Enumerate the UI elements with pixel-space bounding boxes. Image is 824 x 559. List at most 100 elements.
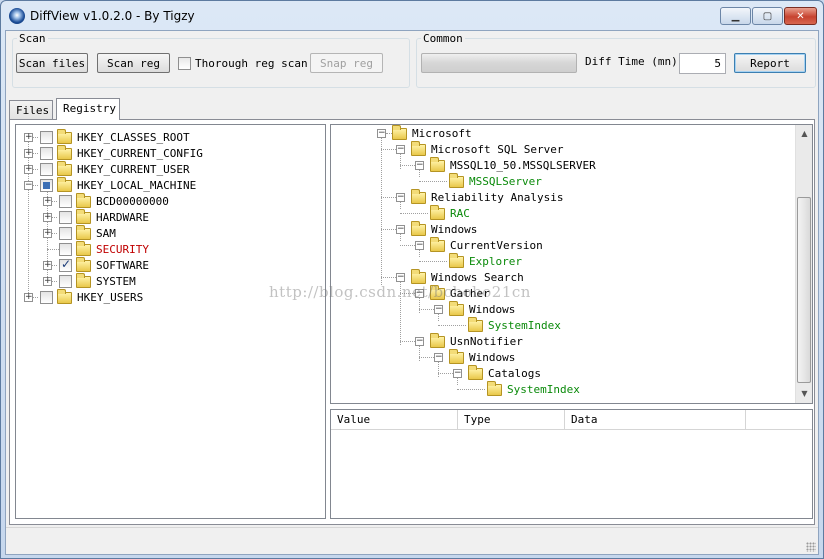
tree-node-hku[interactable]: + HKEY_USERS [16, 289, 316, 305]
collapse-icon[interactable]: − [415, 161, 424, 170]
column-header-value[interactable]: Value [331, 410, 458, 430]
collapse-icon[interactable]: − [415, 289, 424, 298]
folder-icon [57, 177, 72, 192]
node-checkbox[interactable] [40, 163, 53, 176]
tree-node-gather[interactable]: − Gather [331, 285, 791, 301]
expand-icon[interactable]: + [43, 277, 52, 286]
app-logo-icon [9, 8, 25, 24]
collapse-icon[interactable]: − [396, 225, 405, 234]
tab-files[interactable]: Files [9, 100, 53, 120]
folder-icon [449, 349, 464, 364]
node-checkbox[interactable] [59, 211, 72, 224]
snap-reg-button[interactable]: Snap reg [310, 53, 383, 73]
node-checkbox[interactable] [40, 147, 53, 160]
tree-node-hklm[interactable]: − HKEY_LOCAL_MACHINE [16, 177, 316, 193]
hive-tree[interactable]: + HKEY_CLASSES_ROOT + HKEY_CURRENT_CONFI… [15, 124, 326, 519]
collapse-icon[interactable]: − [396, 145, 405, 154]
column-header-type[interactable]: Type [458, 410, 565, 430]
tree-node-hkcc[interactable]: + HKEY_CURRENT_CONFIG [16, 145, 316, 161]
node-checkbox[interactable] [59, 257, 72, 272]
tree-node-mssqlserver[interactable]: MSSQLServer [331, 173, 791, 189]
node-checkbox[interactable] [59, 275, 72, 288]
tree-node-sam[interactable]: + SAM [16, 225, 316, 241]
collapse-icon[interactable]: − [24, 181, 33, 190]
column-header-data[interactable]: Data [565, 410, 746, 430]
scan-files-button[interactable]: Scan files [16, 53, 88, 73]
collapse-icon[interactable]: − [396, 193, 405, 202]
minimize-button[interactable]: ▁ [720, 7, 751, 25]
folder-icon [411, 189, 426, 204]
tree-node-explorer[interactable]: Explorer [331, 253, 791, 269]
tree-node-bcd[interactable]: + BCD00000000 [16, 193, 316, 209]
folder-icon [430, 237, 445, 252]
folder-icon [430, 333, 445, 348]
tree-node-systemindex-2[interactable]: SystemIndex [331, 381, 791, 397]
node-checkbox[interactable] [59, 195, 72, 208]
title-bar[interactable]: DiffView v1.0.2.0 - By Tigzy ▁ ▢ ✕ [1, 1, 823, 31]
folder-icon [57, 129, 72, 144]
client-area: Scan Scan files Scan reg Thorough reg sc… [5, 30, 819, 555]
tree-node-gather-windows[interactable]: − Windows [331, 301, 791, 317]
diff-key-tree[interactable]: − Microsoft − Microsoft SQL Server − MSS… [330, 124, 813, 404]
node-checkbox[interactable] [59, 243, 72, 256]
expand-icon[interactable]: + [24, 149, 33, 158]
node-checkbox[interactable] [40, 179, 53, 192]
node-checkbox[interactable] [59, 227, 72, 240]
collapse-icon[interactable]: − [434, 305, 443, 314]
tree-node-hkcu[interactable]: + HKEY_CURRENT_USER [16, 161, 316, 177]
collapse-icon[interactable]: − [415, 337, 424, 346]
collapse-icon[interactable]: − [396, 273, 405, 282]
close-button[interactable]: ✕ [784, 7, 817, 25]
folder-icon [76, 241, 91, 256]
tree-node-hkcr[interactable]: + HKEY_CLASSES_ROOT [16, 129, 316, 145]
collapse-icon[interactable]: − [434, 353, 443, 362]
tree-node-usn-windows[interactable]: − Windows [331, 349, 791, 365]
values-list[interactable]: Value Type Data [330, 409, 813, 519]
tree-node-mssql10[interactable]: − MSSQL10_50.MSSQLSERVER [331, 157, 791, 173]
collapse-icon[interactable]: − [415, 241, 424, 250]
tree-node-windows[interactable]: − Windows [331, 221, 791, 237]
tab-registry[interactable]: Registry [56, 98, 120, 120]
tree-vertical-scrollbar[interactable]: ▲ ▼ [795, 125, 812, 403]
expand-icon[interactable]: + [43, 229, 52, 238]
scroll-down-icon[interactable]: ▼ [797, 386, 812, 401]
common-legend: Common [423, 32, 463, 45]
expand-icon[interactable]: + [43, 261, 52, 270]
expand-icon[interactable]: + [24, 293, 33, 302]
collapse-icon[interactable]: − [377, 129, 386, 138]
tree-node-usnnotifier[interactable]: − UsnNotifier [331, 333, 791, 349]
expand-icon[interactable]: + [24, 133, 33, 142]
thorough-reg-scan-checkbox[interactable] [178, 57, 191, 70]
tree-node-microsoft[interactable]: − Microsoft [331, 125, 791, 141]
tree-node-systemindex-1[interactable]: SystemIndex [331, 317, 791, 333]
expand-icon[interactable]: + [24, 165, 33, 174]
diff-time-input[interactable]: 5 [679, 53, 726, 74]
scan-progress-bar [421, 53, 577, 73]
node-checkbox[interactable] [40, 131, 53, 144]
registry-tab-page: + HKEY_CLASSES_ROOT + HKEY_CURRENT_CONFI… [9, 119, 815, 525]
folder-icon [76, 193, 91, 208]
maximize-button[interactable]: ▢ [752, 7, 783, 25]
node-checkbox[interactable] [40, 291, 53, 304]
tree-node-catalogs[interactable]: − Catalogs [331, 365, 791, 381]
tree-node-reliability[interactable]: − Reliability Analysis [331, 189, 791, 205]
tree-node-sql-server[interactable]: − Microsoft SQL Server [331, 141, 791, 157]
expand-icon[interactable]: + [43, 213, 52, 222]
tree-node-hardware[interactable]: + HARDWARE [16, 209, 316, 225]
scan-group: Scan Scan files Scan reg Thorough reg sc… [12, 32, 410, 88]
tree-node-windows-search[interactable]: − Windows Search [331, 269, 791, 285]
resize-grip-icon[interactable] [806, 542, 816, 552]
tree-node-system[interactable]: + SYSTEM [16, 273, 316, 289]
tree-node-software[interactable]: + SOFTWARE [16, 257, 316, 273]
report-button[interactable]: Report [734, 53, 806, 73]
scroll-up-icon[interactable]: ▲ [797, 126, 812, 141]
tree-node-rac[interactable]: RAC [331, 205, 791, 221]
collapse-icon[interactable]: − [453, 369, 462, 378]
scan-legend: Scan [19, 32, 46, 45]
scan-reg-button[interactable]: Scan reg [97, 53, 170, 73]
tree-node-security[interactable]: SECURITY [16, 241, 316, 257]
expand-icon[interactable]: + [43, 197, 52, 206]
tree-node-currentversion[interactable]: − CurrentVersion [331, 237, 791, 253]
folder-icon [468, 317, 483, 332]
scroll-thumb[interactable] [797, 197, 811, 383]
